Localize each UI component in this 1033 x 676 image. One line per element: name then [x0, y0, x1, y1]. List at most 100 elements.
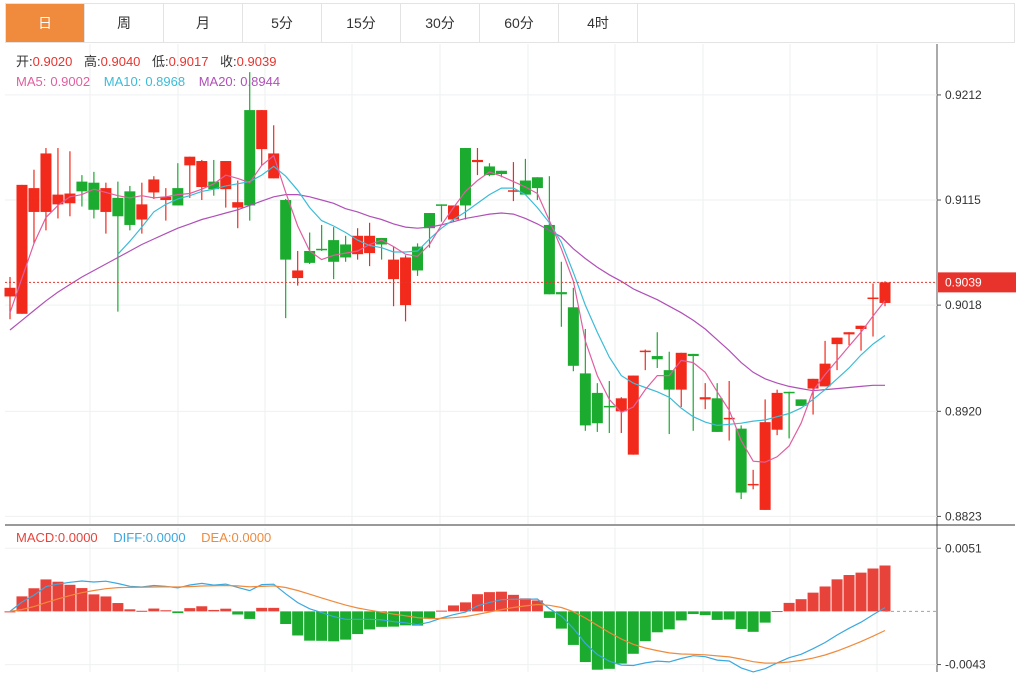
macd-bar-16: [196, 606, 208, 612]
macd-bar-71: [855, 572, 867, 612]
candle-54: [651, 332, 663, 368]
macd-bar-53: [639, 611, 651, 642]
macd-bar-50: [603, 611, 615, 669]
candle-29: [352, 228, 364, 260]
candle-27: [328, 227, 340, 280]
candle-28: [340, 235, 352, 262]
macd-bar-60: [723, 611, 735, 620]
ma-legend: MA5: 0.9002 MA10: 0.8968 MA20: 0.8944: [16, 74, 280, 89]
macd-bar-5: [64, 584, 76, 612]
macd-bar-3: [40, 579, 52, 612]
candle-10: [124, 185, 136, 231]
macd-bar-58: [699, 611, 711, 616]
macd-bar-42: [507, 594, 519, 612]
macd-bar-65: [783, 602, 795, 612]
candle-53: [639, 349, 651, 371]
candle-63: [759, 399, 771, 510]
price-tick-4: 0.8823: [945, 509, 982, 523]
candle-24: [292, 250, 304, 286]
macd-bar-63: [759, 611, 771, 623]
macd-tick-1: -0.0043: [945, 658, 986, 672]
candle-0: [4, 276, 16, 320]
candle-25: [304, 232, 316, 264]
candlestick-chart[interactable]: 0.9212 0.9115 0.9018 0.8920 0.8823 0.0051 -0.0…: [0, 0, 1033, 676]
candle-2: [28, 169, 40, 244]
candle-16: [196, 159, 208, 201]
ohlc-legend: 开:0.9020 高:0.9040 低:0.9017 收:0.9039: [16, 54, 276, 69]
macd-bar-54: [651, 611, 663, 633]
price-tick-0: 0.9212: [945, 88, 982, 102]
candles: [4, 72, 891, 510]
macd-bar-20: [244, 611, 256, 619]
candle-50: [603, 380, 615, 433]
candle-49: [591, 383, 603, 432]
macd-bar-7: [88, 594, 100, 612]
candle-33: [400, 255, 412, 322]
macd-bar-66: [795, 599, 807, 612]
macd-bar-36: [436, 610, 448, 612]
price-tick-3: 0.8920: [945, 404, 982, 418]
macd-bar-28: [340, 611, 352, 640]
macd-bar-23: [280, 611, 292, 625]
price-tick-1: 0.9115: [945, 193, 981, 207]
macd-bar-17: [208, 609, 220, 612]
macd-bar-11: [136, 610, 148, 612]
macd-bar-57: [687, 611, 699, 615]
macd-bar-19: [232, 611, 244, 615]
macd-bar-37: [447, 605, 459, 612]
candle-51: [615, 397, 627, 433]
candle-32: [388, 246, 400, 307]
macd-bar-24: [292, 611, 304, 636]
candle-1: [16, 184, 28, 314]
candle-45: [543, 176, 555, 295]
candle-9: [112, 181, 124, 312]
candle-12: [148, 176, 160, 199]
macd-bar-64: [771, 611, 783, 613]
macd-bar-70: [843, 575, 855, 612]
candle-34: [412, 243, 424, 276]
macd-bar-9: [112, 603, 124, 612]
macd-bar-56: [675, 611, 687, 621]
macd-bar-59: [711, 611, 723, 620]
candle-6: [76, 175, 88, 207]
macd-tick-0: 0.0051: [945, 541, 982, 555]
candle-21: [256, 110, 268, 166]
macd-bar-18: [220, 608, 232, 612]
candle-39: [471, 148, 483, 176]
macd-bar-68: [819, 586, 831, 612]
macd-bar-15: [184, 608, 196, 612]
price-tick-2: 0.9018: [945, 298, 982, 312]
candle-4: [52, 148, 64, 219]
candle-26: [316, 224, 328, 251]
macd-bar-39: [471, 594, 483, 612]
macd-bar-72: [867, 568, 879, 612]
macd-bar-30: [364, 611, 376, 630]
candle-8: [100, 182, 112, 234]
macd-bar-14: [172, 611, 184, 614]
macd-bar-26: [316, 611, 328, 641]
candle-22: [268, 125, 280, 179]
macd-bar-8: [100, 596, 112, 612]
macd-bar-13: [160, 610, 172, 612]
candle-48: [579, 328, 591, 431]
macd-bar-21: [256, 607, 268, 612]
macd-legend: MACD:0.0000 DIFF:0.0000 DEA:0.0000: [16, 530, 271, 545]
macd-bar-52: [627, 611, 639, 654]
candle-73: [879, 281, 891, 307]
macd-bar-45: [543, 611, 555, 618]
macd-bar-62: [747, 611, 759, 632]
candle-11: [136, 182, 148, 234]
candle-44: [531, 177, 543, 201]
candle-5: [64, 151, 76, 217]
macd-bar-69: [831, 579, 843, 612]
macd-bar-48: [579, 611, 591, 663]
macd-bar-12: [148, 608, 160, 612]
last-price-label: 0.9039: [945, 275, 982, 289]
macd-bar-10: [124, 609, 136, 612]
candle-70: [843, 332, 855, 346]
macd-bar-4: [52, 581, 64, 612]
candle-61: [735, 425, 747, 500]
candle-71: [855, 325, 867, 351]
candle-62: [747, 469, 759, 490]
macd-bar-22: [268, 607, 280, 612]
